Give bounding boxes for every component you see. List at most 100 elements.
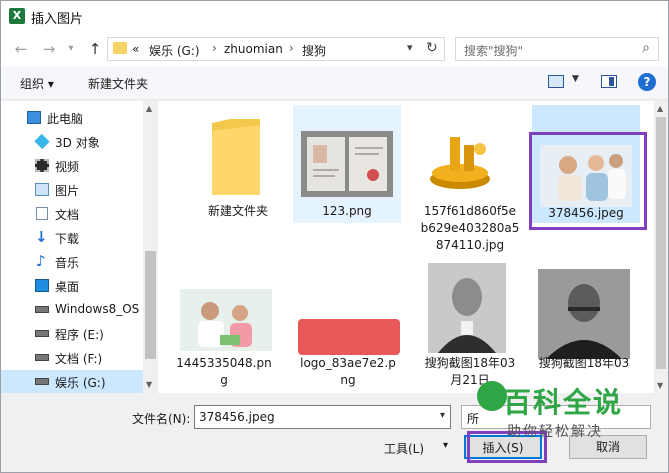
breadcrumb-separator-icon[interactable]: › bbox=[289, 41, 294, 55]
help-icon[interactable]: ? bbox=[638, 73, 656, 91]
folder-icon bbox=[113, 42, 127, 54]
chevron-down-icon[interactable]: ▾ bbox=[407, 41, 413, 54]
file-name-line: 搜狗截图18年03 bbox=[424, 356, 516, 370]
selection-highlight-frame bbox=[529, 132, 647, 230]
watermark: 百科全说 助你轻松解决 bbox=[477, 379, 647, 447]
sidebar-item-label: 下载 bbox=[55, 232, 80, 246]
recent-locations-chevron-icon[interactable]: ▾ bbox=[61, 39, 81, 59]
download-icon: ↓ bbox=[35, 228, 48, 246]
file-name-line: ng bbox=[340, 373, 356, 387]
scroll-down-arrow-icon[interactable]: ▼ bbox=[146, 380, 152, 389]
search-icon[interactable]: ⌕ bbox=[642, 40, 650, 56]
file-item-screenshot-1[interactable]: 搜狗截图18年03 月21日 bbox=[416, 259, 524, 387]
sidebar-item-videos[interactable]: 视频 bbox=[1, 154, 143, 178]
sidebar-item-desktop[interactable]: 桌面 bbox=[1, 274, 143, 298]
filename-label: 文件名(N): bbox=[132, 412, 191, 426]
sidebar-item-windows8-os[interactable]: Windows8_OS bbox=[1, 298, 143, 322]
chevron-down-icon[interactable]: ▾ bbox=[440, 410, 445, 421]
sidebar-item-drive-g[interactable]: 娱乐 (G:) bbox=[1, 370, 143, 393]
organize-menu-button[interactable]: 组织 ▾ bbox=[20, 75, 54, 92]
file-list-scrollbar[interactable]: ▲ ▼ bbox=[654, 101, 668, 393]
file-name-line: 1445335048.pn bbox=[176, 356, 272, 370]
sidebar-item-label: 程序 (E:) bbox=[55, 328, 104, 342]
scrollbar-thumb[interactable] bbox=[656, 117, 666, 369]
insert-picture-dialog: X 插入图片 ← → ▾ ↑ « 娱乐 (G:) › zhuomian › 搜狗… bbox=[0, 0, 669, 473]
file-name-line: 搜狗截图18年03 bbox=[538, 356, 630, 370]
sidebar-item-label: 文档 (F:) bbox=[55, 352, 103, 366]
sidebar-item-drive-e[interactable]: 程序 (E:) bbox=[1, 322, 143, 346]
scrollbar-thumb[interactable] bbox=[145, 251, 156, 359]
search-box[interactable]: 搜索"搜狗" ⌕ bbox=[455, 37, 659, 61]
people-photo-thumbnail bbox=[180, 289, 272, 351]
scroll-down-arrow-icon[interactable]: ▼ bbox=[657, 381, 663, 390]
change-view-icon[interactable] bbox=[548, 75, 564, 88]
file-item-screenshot-2[interactable]: 搜狗截图18年03 bbox=[530, 259, 638, 377]
new-folder-button[interactable]: 新建文件夹 bbox=[88, 75, 148, 92]
breadcrumb-folder[interactable]: zhuomian bbox=[224, 42, 283, 56]
video-icon bbox=[35, 159, 49, 172]
sidebar-item-this-pc[interactable]: 此电脑 bbox=[1, 106, 143, 130]
forward-arrow-icon[interactable]: → bbox=[39, 39, 59, 59]
sidebar-item-music[interactable]: ♪ 音乐 bbox=[1, 250, 143, 274]
navigation-bar: ← → ▾ ↑ « 娱乐 (G:) › zhuomian › 搜狗 ▾ ↻ 搜索… bbox=[1, 32, 668, 66]
breadcrumb-current[interactable]: 搜狗 bbox=[302, 42, 326, 59]
title-bar: X 插入图片 bbox=[1, 1, 668, 32]
sidebar-item-downloads[interactable]: ↓ 下载 bbox=[1, 226, 143, 250]
filename-input[interactable]: 378456.jpeg ▾ bbox=[194, 405, 451, 429]
file-item-folder[interactable]: 新建文件夹 bbox=[184, 107, 292, 225]
up-arrow-icon[interactable]: ↑ bbox=[85, 39, 105, 59]
file-name-line: b629e403280a5 bbox=[420, 221, 520, 235]
command-toolbar: 组织 ▾ 新建文件夹 ▼ ? bbox=[1, 66, 668, 100]
file-name: 新建文件夹 bbox=[207, 204, 268, 218]
preview-pane-icon[interactable] bbox=[601, 75, 617, 88]
documents-icon bbox=[36, 207, 48, 220]
file-name-line: 157f61d860f5e bbox=[423, 204, 517, 218]
file-item-logo-png[interactable]: logo_83ae7e2.p ng bbox=[294, 259, 402, 387]
certificate-thumbnail bbox=[301, 131, 393, 197]
sidebar-item-label: 音乐 bbox=[55, 256, 80, 270]
search-placeholder: 搜索"搜狗" bbox=[464, 44, 524, 58]
3d-objects-icon bbox=[34, 133, 50, 150]
sidebar-item-pictures[interactable]: 图片 bbox=[1, 178, 143, 202]
breadcrumb-overflow[interactable]: « bbox=[132, 42, 139, 56]
excel-app-icon: X bbox=[9, 8, 25, 24]
desktop-icon bbox=[35, 279, 49, 292]
scroll-up-arrow-icon[interactable]: ▲ bbox=[146, 104, 152, 113]
sidebar-item-label: Windows8_OS bbox=[55, 302, 140, 316]
tools-menu-button[interactable]: 工具(L) bbox=[384, 440, 424, 457]
sidebar-item-label: 文档 bbox=[55, 208, 80, 222]
sidebar-scrollbar[interactable]: ▲ ▼ bbox=[143, 101, 158, 393]
file-name-line: g bbox=[220, 373, 228, 387]
pictures-icon bbox=[35, 183, 49, 196]
breadcrumb-separator-icon[interactable]: › bbox=[212, 41, 217, 55]
portrait-photo-thumbnail bbox=[538, 269, 630, 359]
drive-icon bbox=[35, 378, 49, 385]
chevron-down-icon[interactable]: ▾ bbox=[443, 440, 448, 451]
sidebar-item-label: 图片 bbox=[55, 184, 80, 198]
address-bar[interactable]: « 娱乐 (G:) › zhuomian › 搜狗 ▾ ↻ bbox=[107, 37, 445, 61]
file-name: 123.png bbox=[322, 204, 372, 218]
file-item-1445335048-png[interactable]: 1445335048.pn g bbox=[170, 259, 278, 387]
watermark-title: 百科全说 bbox=[503, 386, 624, 419]
scroll-up-arrow-icon[interactable]: ▲ bbox=[657, 104, 663, 113]
back-arrow-icon[interactable]: ← bbox=[11, 39, 31, 59]
portrait-photo-thumbnail bbox=[428, 263, 506, 353]
filename-value: 378456.jpeg bbox=[199, 410, 275, 424]
music-icon: ♪ bbox=[36, 252, 46, 270]
navigation-pane: 此电脑 3D 对象 视频 图片 文档 ↓ 下载 ♪ 音乐 桌面 Windows8… bbox=[1, 101, 158, 393]
drive-icon bbox=[35, 354, 49, 361]
watermark-subtitle: 助你轻松解决 bbox=[507, 424, 603, 440]
refresh-icon[interactable]: ↻ bbox=[426, 40, 438, 56]
chevron-down-icon[interactable]: ▼ bbox=[572, 74, 579, 84]
logo-thumbnail bbox=[298, 319, 400, 355]
file-item-123-png[interactable]: 123.png bbox=[293, 105, 401, 223]
sidebar-item-drive-f[interactable]: 文档 (F:) bbox=[1, 346, 143, 370]
file-item-gold-coins-jpg[interactable]: 157f61d860f5e b629e403280a5 874110.jpg bbox=[416, 107, 524, 252]
file-name-line: logo_83ae7e2.p bbox=[300, 356, 396, 370]
sidebar-item-label: 此电脑 bbox=[47, 112, 84, 126]
breadcrumb-drive[interactable]: 娱乐 (G:) bbox=[149, 42, 200, 59]
gold-coins-thumbnail bbox=[420, 127, 500, 199]
sidebar-item-3d-objects[interactable]: 3D 对象 bbox=[1, 130, 143, 154]
sidebar-item-label: 视频 bbox=[55, 160, 80, 174]
sidebar-item-documents[interactable]: 文档 bbox=[1, 202, 143, 226]
